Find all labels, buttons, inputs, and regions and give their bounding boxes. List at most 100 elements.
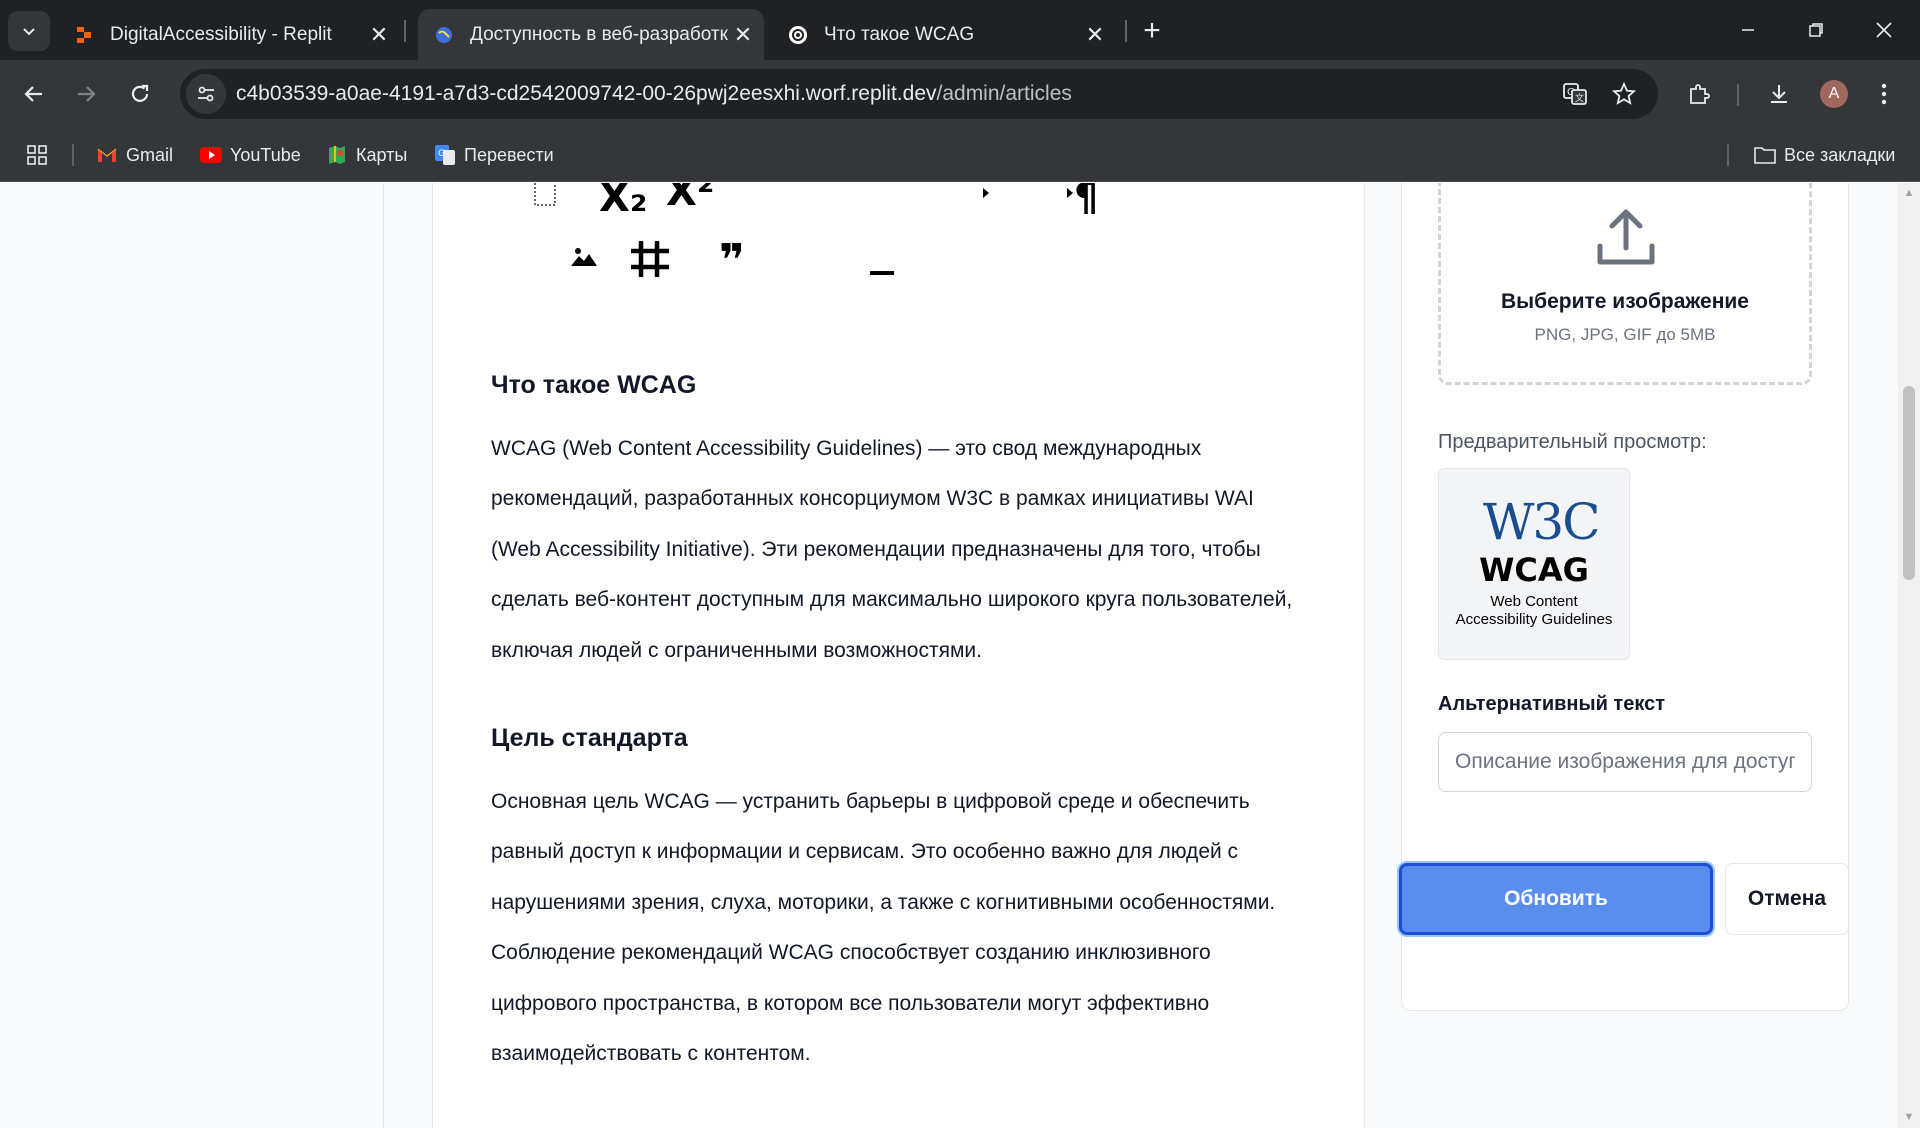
new-tab-button[interactable]: + [1133,12,1171,50]
arrow-right-icon [78,86,96,102]
replit-icon [77,26,91,43]
profile-avatar[interactable]: A [1820,80,1848,108]
url-text: c4b03539-a0ae-4191-a7d3-cd2542009742-00-… [236,82,1072,106]
paragraph-line: включая людей с ограниченными возможност… [491,638,982,662]
close-window-button[interactable] [1850,0,1918,60]
alt-text-input[interactable] [1438,732,1812,792]
paragraph-line: Основная цель WCAG — устранить барьеры в… [491,790,1250,813]
apps-button[interactable] [26,140,48,170]
tab-divider [404,20,406,42]
minimize-icon [1742,29,1754,31]
downloads-button[interactable] [1757,72,1801,116]
subscript-button[interactable]: X₂ [599,183,647,221]
cancel-button[interactable]: Отмена [1725,863,1849,935]
close-tab-icon[interactable]: ✕ [728,20,758,50]
section-paragraph: Основная цель WCAG — устранить барьеры в… [491,777,1311,1079]
wcag-logo-subtitle: Web Content Accessibility Guidelines [1439,593,1629,629]
address-bar[interactable]: c4b03539-a0ae-4191-a7d3-cd2542009742-00-… [180,69,1658,119]
image-preview: W3C WCAG Web Content Accessibility Guide… [1438,468,1630,660]
scrollbar-thumb[interactable] [1903,386,1915,580]
alt-text-label: Альтернативный текст [1438,693,1666,715]
arrow-left-icon [24,86,42,102]
svg-text:G: G [438,149,445,159]
caret-right-icon[interactable] [981,186,991,200]
url-host: c4b03539-a0ae-4191-a7d3-cd2542009742-00-… [236,82,937,105]
blockquote-button[interactable]: ❞ [719,235,745,286]
bookmark-label: Перевести [464,144,554,165]
bookmark-label: Gmail [126,144,174,165]
hr-icon[interactable] [870,271,894,277]
bookmarks-bar: Gmail YouTube Карты G Перевести Все закл… [0,128,1920,182]
extensions-button[interactable] [1677,72,1721,116]
image-icon[interactable] [570,246,598,268]
section-heading: Что такое WCAG [491,371,697,399]
tune-icon [198,86,214,102]
superscript-button[interactable]: X² [666,183,714,215]
preview-label: Предварительный просмотр: [1438,431,1707,453]
wcag-logo-title: WCAG [1479,551,1589,589]
tab-search-button[interactable] [8,11,50,51]
site-info-button[interactable] [186,74,226,114]
star-icon [1612,82,1636,105]
tab-accessibility[interactable]: Доступность в веб-разработке ✕ [418,9,764,60]
sidebar-border [383,183,384,1128]
wcag-logo-line: Web Content [1490,593,1578,610]
tab-replit[interactable]: DigitalAccessibility - Replit ✕ [58,9,400,60]
tab-wcag[interactable]: Что такое WCAG ✕ [772,9,1116,60]
wcag-logo-line: Accessibility Guidelines [1455,611,1613,628]
browser-menu-button[interactable] [1862,72,1906,116]
bookmark-maps[interactable]: Карты [326,140,407,170]
maps-icon [326,144,348,166]
bookmark-gmail[interactable]: Gmail [96,140,173,170]
translate-icon: G文 [1563,83,1587,105]
page-scrollbar[interactable]: ▲ ▼ [1898,183,1920,1128]
all-bookmarks-button[interactable]: Все закладки [1754,140,1895,170]
paragraph-line: WCAG (Web Content Accessibility Guidelin… [491,437,1202,460]
forward-button[interactable] [64,72,108,116]
bookmark-label: YouTube [230,144,301,165]
globe-icon [436,26,452,43]
scroll-up-icon[interactable]: ▲ [1903,187,1915,199]
plus-icon: + [1143,14,1161,47]
back-button[interactable] [12,72,56,116]
gmail-icon [96,144,118,166]
chevron-down-icon [23,28,35,36]
bookmark-translate[interactable]: G Перевести [434,140,554,170]
browser-toolbar: c4b03539-a0ae-4191-a7d3-cd2542009742-00-… [0,60,1920,128]
translate-icon: G [434,144,456,166]
section-paragraph: WCAG (Web Content Accessibility Guidelin… [491,424,1311,676]
all-bookmarks-label: Все закладки [1784,144,1896,165]
bookmark-star-button[interactable] [1607,77,1641,111]
paragraph-line: сделать веб-контент доступным для максим… [491,588,1293,612]
apps-grid-icon [27,145,47,165]
tab-divider [1125,20,1127,42]
close-icon [1876,22,1892,38]
scroll-down-icon[interactable]: ▼ [1903,1111,1915,1123]
table-icon[interactable] [629,239,671,279]
close-tab-icon[interactable]: ✕ [1080,20,1110,50]
translate-page-button[interactable]: G文 [1558,77,1592,111]
update-button[interactable]: Обновить [1399,863,1713,935]
tab-title: DigitalAccessibility - Replit [110,23,332,45]
paragraph-line: Соблюдение рекомендаций WCAG способствуе… [491,941,1211,965]
section-heading: Цель стандарта [491,724,688,752]
paragraph-line: цифрового пространства, в котором все по… [491,991,1210,1015]
minimize-button[interactable] [1714,0,1782,60]
upload-title: Выберите изображение [1501,290,1749,313]
bookmark-youtube[interactable]: YouTube [200,140,301,170]
bookmark-label: Карты [356,144,408,165]
restore-button[interactable] [1782,0,1850,60]
paragraph-button[interactable]: ¶ [1074,183,1098,219]
reload-button[interactable] [118,72,162,116]
folder-icon [1754,144,1776,166]
page-viewport: X₂ X² ¶ ❞ Что такое WCAG WCAG (Web Conte… [0,183,1920,1128]
image-upload-dropzone[interactable]: Выберите изображение PNG, JPG, GIF до 5M… [1438,183,1812,385]
close-tab-icon[interactable]: ✕ [364,20,394,50]
clear-format-icon[interactable] [533,183,557,207]
openai-icon [789,25,807,44]
youtube-icon [200,144,222,166]
reload-icon [131,84,149,102]
bookmarks-divider [1727,144,1729,166]
restore-icon [1809,23,1823,37]
paragraph-line: равный доступ к информации и сервисам. Э… [491,840,1239,864]
